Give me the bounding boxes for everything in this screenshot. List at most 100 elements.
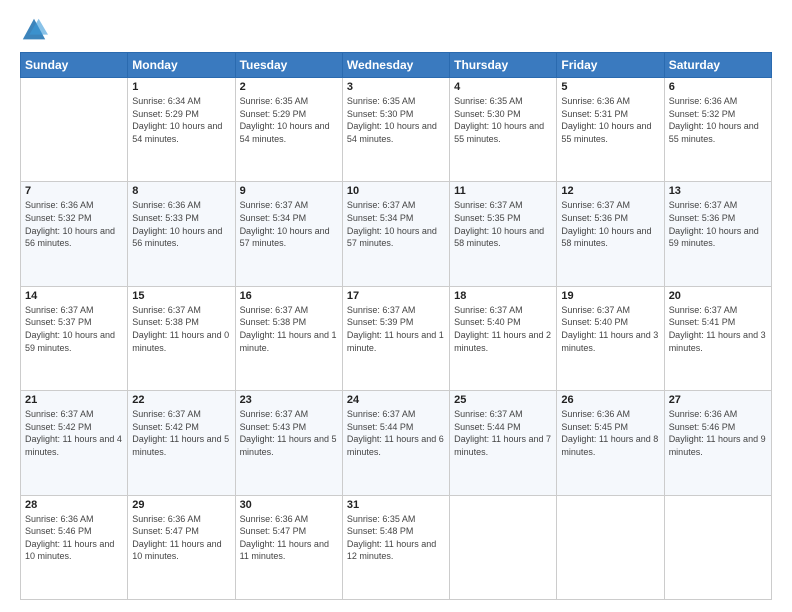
day-info: Sunrise: 6:36 AMSunset: 5:46 PMDaylight:…	[25, 513, 123, 563]
day-number: 17	[347, 290, 445, 302]
day-number: 26	[561, 394, 659, 406]
header	[20, 16, 772, 44]
day-info: Sunrise: 6:36 AMSunset: 5:33 PMDaylight:…	[132, 199, 230, 249]
calendar-cell: 11 Sunrise: 6:37 AMSunset: 5:35 PMDayligh…	[450, 182, 557, 286]
day-info: Sunrise: 6:37 AMSunset: 5:36 PMDaylight:…	[669, 199, 767, 249]
day-info: Sunrise: 6:37 AMSunset: 5:44 PMDaylight:…	[454, 408, 552, 458]
day-info: Sunrise: 6:36 AMSunset: 5:45 PMDaylight:…	[561, 408, 659, 458]
day-number: 3	[347, 81, 445, 93]
col-header-thursday: Thursday	[450, 53, 557, 78]
day-number: 20	[669, 290, 767, 302]
calendar-cell: 22Sunrise: 6:37 AMSunset: 5:42 PMDayligh…	[128, 391, 235, 495]
calendar-cell: 31 Sunrise: 6:35 AMSunset: 5:48 PMDayligh…	[342, 495, 449, 599]
day-number: 10	[347, 185, 445, 197]
day-number: 28	[25, 499, 123, 511]
calendar-cell: 29 Sunrise: 6:36 AMSunset: 5:47 PMDayligh…	[128, 495, 235, 599]
day-number: 29	[132, 499, 230, 511]
day-info: Sunrise: 6:35 AMSunset: 5:29 PMDaylight:…	[240, 95, 338, 145]
day-number: 9	[240, 185, 338, 197]
day-number: 14	[25, 290, 123, 302]
day-number: 23	[240, 394, 338, 406]
day-info: Sunrise: 6:37 AMSunset: 5:39 PMDaylight:…	[347, 304, 445, 354]
day-info: Sunrise: 6:37 AMSunset: 5:34 PMDaylight:…	[347, 199, 445, 249]
calendar-cell: 9Sunrise: 6:37 AMSunset: 5:34 PMDaylight…	[235, 182, 342, 286]
calendar-cell: 5 Sunrise: 6:36 AMSunset: 5:31 PMDaylight…	[557, 78, 664, 182]
day-info: Sunrise: 6:37 AMSunset: 5:43 PMDaylight:…	[240, 408, 338, 458]
week-row-2: 14 Sunrise: 6:37 AMSunset: 5:37 PMDayligh…	[21, 286, 772, 390]
calendar-cell: 14 Sunrise: 6:37 AMSunset: 5:37 PMDayligh…	[21, 286, 128, 390]
day-info: Sunrise: 6:35 AMSunset: 5:30 PMDaylight:…	[454, 95, 552, 145]
day-number: 13	[669, 185, 767, 197]
logo-icon	[20, 16, 48, 44]
day-number: 18	[454, 290, 552, 302]
calendar-cell: 30 Sunrise: 6:36 AMSunset: 5:47 PMDayligh…	[235, 495, 342, 599]
calendar-cell: 23 Sunrise: 6:37 AMSunset: 5:43 PMDayligh…	[235, 391, 342, 495]
day-number: 11	[454, 185, 552, 197]
day-info: Sunrise: 6:36 AMSunset: 5:31 PMDaylight:…	[561, 95, 659, 145]
day-number: 16	[240, 290, 338, 302]
day-number: 6	[669, 81, 767, 93]
calendar-cell: 15 Sunrise: 6:37 AMSunset: 5:38 PMDayligh…	[128, 286, 235, 390]
day-number: 15	[132, 290, 230, 302]
day-number: 2	[240, 81, 338, 93]
calendar-cell: 16Sunrise: 6:37 AMSunset: 5:38 PMDayligh…	[235, 286, 342, 390]
day-number: 31	[347, 499, 445, 511]
calendar-cell: 18 Sunrise: 6:37 AMSunset: 5:40 PMDayligh…	[450, 286, 557, 390]
calendar-cell: 21Sunrise: 6:37 AMSunset: 5:42 PMDayligh…	[21, 391, 128, 495]
col-header-tuesday: Tuesday	[235, 53, 342, 78]
calendar-cell: 12Sunrise: 6:37 AMSunset: 5:36 PMDayligh…	[557, 182, 664, 286]
calendar-cell: 26 Sunrise: 6:36 AMSunset: 5:45 PMDayligh…	[557, 391, 664, 495]
day-info: Sunrise: 6:36 AMSunset: 5:47 PMDaylight:…	[240, 513, 338, 563]
calendar-cell: 10 Sunrise: 6:37 AMSunset: 5:34 PMDayligh…	[342, 182, 449, 286]
calendar-cell: 24 Sunrise: 6:37 AMSunset: 5:44 PMDayligh…	[342, 391, 449, 495]
week-row-0: 1 Sunrise: 6:34 AMSunset: 5:29 PMDaylight…	[21, 78, 772, 182]
calendar-cell	[557, 495, 664, 599]
day-info: Sunrise: 6:37 AMSunset: 5:37 PMDaylight:…	[25, 304, 123, 354]
calendar-cell: 3 Sunrise: 6:35 AMSunset: 5:30 PMDaylight…	[342, 78, 449, 182]
calendar-cell: 7Sunrise: 6:36 AMSunset: 5:32 PMDaylight…	[21, 182, 128, 286]
logo	[20, 16, 52, 44]
calendar-cell: 13 Sunrise: 6:37 AMSunset: 5:36 PMDayligh…	[664, 182, 771, 286]
day-number: 24	[347, 394, 445, 406]
day-info: Sunrise: 6:37 AMSunset: 5:44 PMDaylight:…	[347, 408, 445, 458]
day-info: Sunrise: 6:37 AMSunset: 5:41 PMDaylight:…	[669, 304, 767, 354]
col-header-friday: Friday	[557, 53, 664, 78]
day-info: Sunrise: 6:36 AMSunset: 5:47 PMDaylight:…	[132, 513, 230, 563]
week-row-3: 21 Sunrise: 6:37 AMSunset: 5:42 PMDayligh…	[21, 391, 772, 495]
page: SundayMondayTuesdayWednesdayThursdayFrid…	[0, 0, 792, 612]
day-number: 25	[454, 394, 552, 406]
calendar-cell: 28 Sunrise: 6:36 AMSunset: 5:46 PMDayligh…	[21, 495, 128, 599]
day-info: Sunrise: 6:36 AMSunset: 5:32 PMDaylight:…	[25, 199, 123, 249]
day-info: Sunrise: 6:36 AMSunset: 5:32 PMDaylight:…	[669, 95, 767, 145]
week-row-4: 28 Sunrise: 6:36 AMSunset: 5:46 PMDayligh…	[21, 495, 772, 599]
col-header-monday: Monday	[128, 53, 235, 78]
day-number: 27	[669, 394, 767, 406]
calendar-table: SundayMondayTuesdayWednesdayThursdayFrid…	[20, 52, 772, 600]
week-row-1: 7Sunrise: 6:36 AMSunset: 5:32 PMDaylight…	[21, 182, 772, 286]
calendar-cell: 1 Sunrise: 6:34 AMSunset: 5:29 PMDaylight…	[128, 78, 235, 182]
day-info: Sunrise: 6:37 AMSunset: 5:42 PMDaylight:…	[132, 408, 230, 458]
calendar-cell: 8Sunrise: 6:36 AMSunset: 5:33 PMDaylight…	[128, 182, 235, 286]
day-info: Sunrise: 6:37 AMSunset: 5:36 PMDaylight:…	[561, 199, 659, 249]
day-number: 5	[561, 81, 659, 93]
day-info: Sunrise: 6:36 AMSunset: 5:46 PMDaylight:…	[669, 408, 767, 458]
day-number: 30	[240, 499, 338, 511]
calendar-cell: 2 Sunrise: 6:35 AMSunset: 5:29 PMDaylight…	[235, 78, 342, 182]
calendar-cell	[450, 495, 557, 599]
calendar-cell: 17 Sunrise: 6:37 AMSunset: 5:39 PMDayligh…	[342, 286, 449, 390]
calendar-cell: 19Sunrise: 6:37 AMSunset: 5:40 PMDayligh…	[557, 286, 664, 390]
calendar-cell: 20 Sunrise: 6:37 AMSunset: 5:41 PMDayligh…	[664, 286, 771, 390]
day-info: Sunrise: 6:37 AMSunset: 5:40 PMDaylight:…	[454, 304, 552, 354]
col-header-saturday: Saturday	[664, 53, 771, 78]
calendar-cell: 6 Sunrise: 6:36 AMSunset: 5:32 PMDaylight…	[664, 78, 771, 182]
day-info: Sunrise: 6:37 AMSunset: 5:40 PMDaylight:…	[561, 304, 659, 354]
day-info: Sunrise: 6:35 AMSunset: 5:48 PMDaylight:…	[347, 513, 445, 563]
day-info: Sunrise: 6:37 AMSunset: 5:38 PMDaylight:…	[132, 304, 230, 354]
header-row: SundayMondayTuesdayWednesdayThursdayFrid…	[21, 53, 772, 78]
day-number: 21	[25, 394, 123, 406]
day-info: Sunrise: 6:37 AMSunset: 5:35 PMDaylight:…	[454, 199, 552, 249]
day-number: 1	[132, 81, 230, 93]
calendar-cell: 4Sunrise: 6:35 AMSunset: 5:30 PMDaylight…	[450, 78, 557, 182]
day-info: Sunrise: 6:35 AMSunset: 5:30 PMDaylight:…	[347, 95, 445, 145]
day-info: Sunrise: 6:34 AMSunset: 5:29 PMDaylight:…	[132, 95, 230, 145]
